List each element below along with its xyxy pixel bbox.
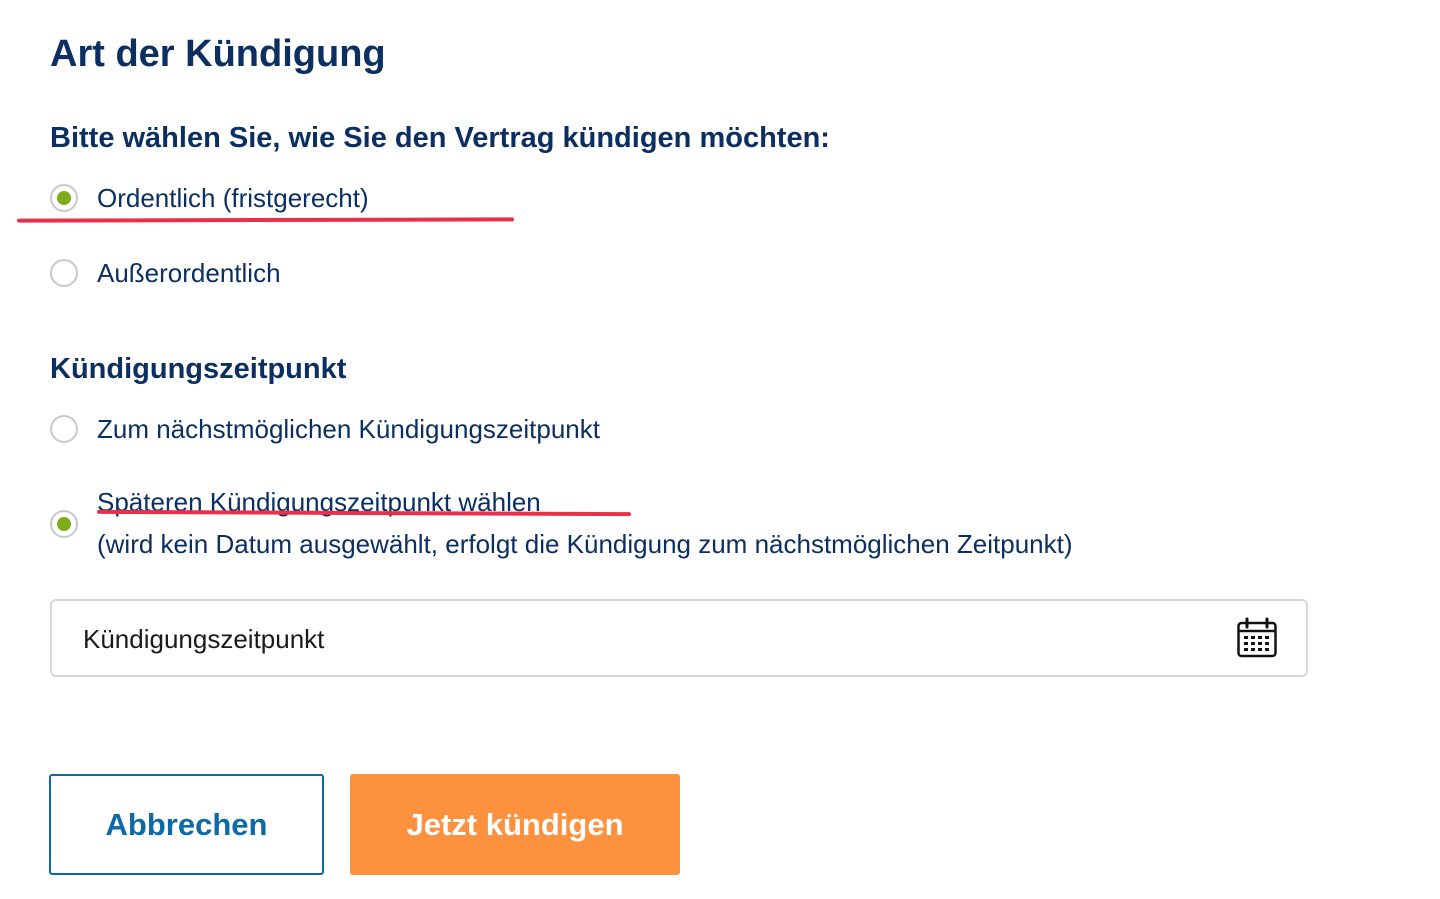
cancel-button[interactable]: Abbrechen — [49, 774, 324, 875]
submit-cancellation-button[interactable]: Jetzt kündigen — [350, 774, 680, 875]
cancellation-type-question: Bitte wählen Sie, wie Sie den Vertrag kü… — [50, 122, 830, 154]
annotation-underline — [16, 217, 515, 223]
radio-option-later-date[interactable]: Späteren Kündigungszeitpunkt wählen (wir… — [50, 486, 1073, 561]
radio-option-label: Außerordentlich — [97, 258, 281, 288]
radio-button[interactable] — [50, 259, 78, 287]
radio-option-hint: (wird kein Datum ausgewählt, erfolgt die… — [97, 529, 1073, 559]
radio-button-selected[interactable] — [50, 510, 78, 538]
radio-option-ausserordentlich[interactable]: Außerordentlich — [50, 257, 281, 289]
cancellation-form: Art der Kündigung Bitte wählen Sie, wie … — [0, 0, 1440, 899]
radio-option-label: Zum nächstmöglichen Kündigungszeitpunkt — [97, 414, 600, 444]
radio-button[interactable] — [50, 415, 78, 443]
radio-option-label: Ordentlich (fristgerecht) — [97, 183, 369, 213]
cancellation-date-input[interactable]: Kündigungszeitpunkt — [50, 599, 1308, 677]
cancellation-date-heading: Kündigungszeitpunkt — [50, 353, 347, 385]
calendar-icon[interactable] — [1236, 617, 1278, 659]
radio-option-text: Späteren Kündigungszeitpunkt wählen (wir… — [97, 486, 1073, 561]
radio-option-ordentlich[interactable]: Ordentlich (fristgerecht) — [50, 182, 369, 214]
radio-option-next-possible-date[interactable]: Zum nächstmöglichen Kündigungszeitpunkt — [50, 413, 600, 445]
radio-button-selected[interactable] — [50, 184, 78, 212]
date-field-placeholder: Kündigungszeitpunkt — [83, 624, 325, 654]
page-title: Art der Kündigung — [50, 33, 386, 75]
